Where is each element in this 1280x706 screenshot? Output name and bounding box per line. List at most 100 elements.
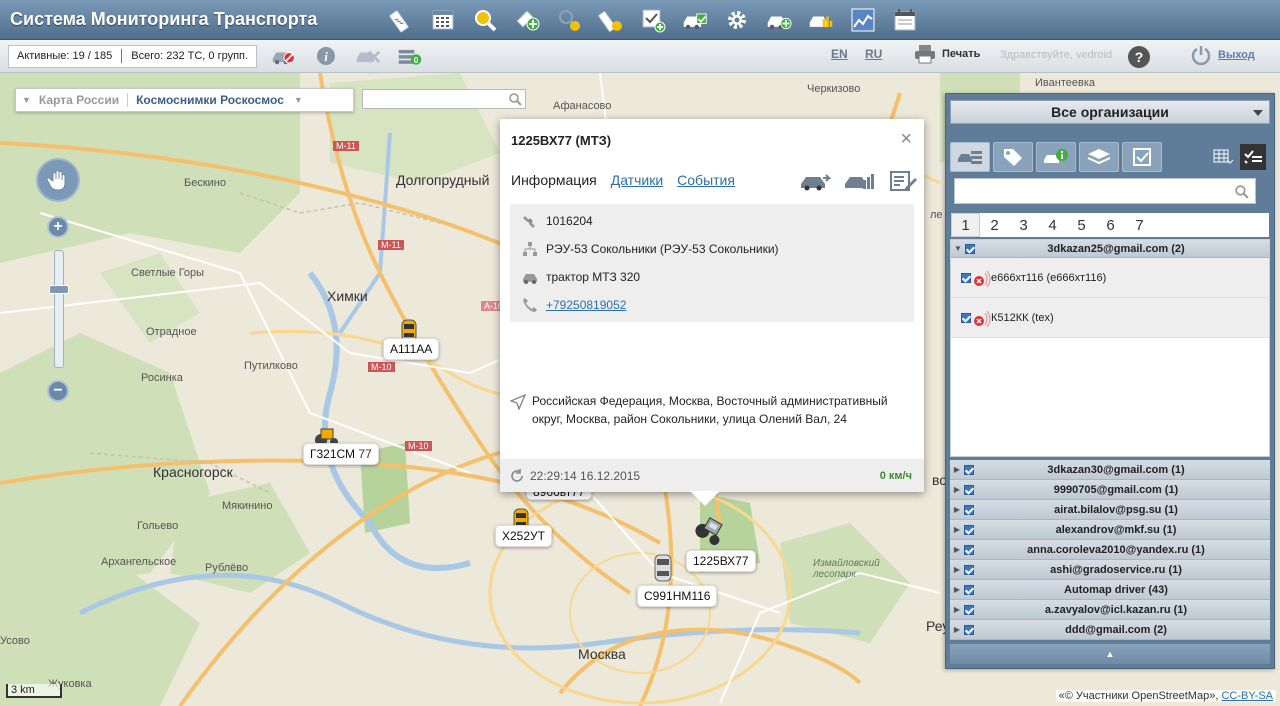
vehicle-stats-icon[interactable]: [806, 5, 836, 35]
vehicle-label[interactable]: 1225ВХ77: [686, 550, 756, 572]
group-row[interactable]: ▶ ashi@gradoservice.ru (1): [950, 560, 1270, 580]
vehicle-label[interactable]: Г321СМ 77: [303, 443, 379, 465]
ruler-icon[interactable]: [386, 5, 416, 35]
caret-right-icon[interactable]: ▶: [950, 605, 964, 614]
edit-note-icon[interactable]: [887, 170, 919, 192]
caret-down-icon[interactable]: ▼: [284, 95, 303, 105]
layers-tab[interactable]: [1079, 142, 1119, 172]
tags-tab[interactable]: [993, 142, 1033, 172]
caret-right-icon[interactable]: ▶: [950, 465, 964, 474]
calculator-icon[interactable]: [428, 5, 458, 35]
vehicle-list-item[interactable]: е666хт116 (е666хт116): [951, 258, 1269, 298]
license-link[interactable]: CC-BY-SA: [1221, 690, 1273, 702]
vehicle-info-tab[interactable]: [1036, 142, 1076, 172]
vehicle-tractor-selected-icon[interactable]: [694, 514, 728, 546]
settings-gear-icon[interactable]: [722, 5, 752, 35]
search-disabled-icon[interactable]: [554, 5, 584, 35]
zoom-in-button[interactable]: +: [47, 216, 69, 238]
group-checkbox[interactable]: [964, 544, 974, 555]
vehicle-plate: Г321СМ: [310, 447, 356, 461]
car-track-icon[interactable]: [799, 170, 831, 192]
page-7[interactable]: 7: [1125, 217, 1154, 234]
vehicle-car-icon[interactable]: [651, 553, 675, 583]
vehicle-list-item[interactable]: К512КК (tex): [951, 298, 1269, 338]
group-row[interactable]: ▶ 9990705@gmail.com (1): [950, 480, 1270, 500]
map-type-satellite[interactable]: Космоснимки Роскосмос: [127, 93, 284, 107]
group-checkbox[interactable]: [964, 624, 974, 635]
map-scale: 3 km: [6, 684, 62, 698]
chart-icon[interactable]: [848, 5, 878, 35]
panel-search-input[interactable]: [954, 178, 1256, 204]
caret-right-icon[interactable]: ▶: [950, 485, 964, 494]
group-checkbox[interactable]: [964, 484, 974, 495]
vehicle-label[interactable]: С991НМ116: [637, 585, 718, 607]
car-check-icon[interactable]: [680, 5, 710, 35]
print-button[interactable]: Печать: [914, 44, 980, 64]
organization-select[interactable]: Все организации: [950, 100, 1270, 124]
group-checkbox[interactable]: [964, 564, 974, 575]
group-row-expanded[interactable]: ▼ 3dkazan25@gmail.com (2): [951, 240, 1269, 258]
info-icon[interactable]: i: [311, 43, 341, 69]
group-checkbox[interactable]: [964, 504, 974, 515]
help-button[interactable]: ?: [1128, 46, 1150, 68]
map-search-input[interactable]: [362, 89, 526, 109]
page-5[interactable]: 5: [1067, 217, 1096, 234]
vehicle-label[interactable]: Х252УТ: [495, 525, 552, 547]
tasks-tab[interactable]: [1122, 142, 1162, 172]
vehicle-checkbox[interactable]: [961, 272, 971, 283]
lang-ru-link[interactable]: RU: [865, 47, 882, 61]
checklist-add-icon[interactable]: [638, 5, 668, 35]
caret-right-icon[interactable]: ▶: [950, 585, 964, 594]
page-3[interactable]: 3: [1009, 217, 1038, 234]
tab-events[interactable]: События: [677, 172, 735, 188]
caret-right-icon[interactable]: ▶: [950, 545, 964, 554]
group-row[interactable]: ▶ Automap driver (43): [950, 580, 1270, 600]
add-vehicle-icon[interactable]: [764, 5, 794, 35]
zoom-slider-handle[interactable]: [49, 285, 69, 294]
tab-sensors[interactable]: Датчики: [611, 172, 663, 188]
page-6[interactable]: 6: [1096, 217, 1125, 234]
lang-en-link[interactable]: EN: [831, 47, 848, 61]
group-row[interactable]: ▶ 3dkazan30@gmail.com (1): [950, 460, 1270, 480]
page-2[interactable]: 2: [980, 217, 1009, 234]
group-row[interactable]: ▶ anna.coroleva2010@yandex.ru (1): [950, 540, 1270, 560]
group-row[interactable]: ▶ alexandrov@mkf.su (1): [950, 520, 1270, 540]
tab-info[interactable]: Информация: [511, 172, 597, 188]
vehicle-phone-link[interactable]: +79250819052: [546, 298, 626, 312]
caret-right-icon[interactable]: ▶: [950, 525, 964, 534]
track-tool-icon[interactable]: [596, 5, 626, 35]
caret-right-icon[interactable]: ▶: [950, 505, 964, 514]
caret-right-icon[interactable]: ▶: [950, 565, 964, 574]
map-type-russia[interactable]: Карта России: [31, 93, 119, 107]
search-zones-icon[interactable]: [470, 5, 500, 35]
select-all-icon[interactable]: [1240, 144, 1266, 170]
add-geozone-icon[interactable]: [512, 5, 542, 35]
vehicles-list-tab[interactable]: [950, 142, 990, 172]
group-checkbox[interactable]: [964, 464, 974, 475]
logout-button[interactable]: Выход: [1190, 44, 1255, 66]
caret-down-icon[interactable]: ▼: [951, 244, 965, 253]
zoom-out-button[interactable]: −: [47, 380, 69, 402]
page-1[interactable]: 1: [951, 213, 980, 237]
zoom-slider-track[interactable]: [54, 250, 64, 368]
pan-control[interactable]: [36, 158, 80, 202]
panel-collapse-button[interactable]: ▲: [950, 644, 1270, 664]
group-checkbox[interactable]: [965, 243, 975, 254]
caret-right-icon[interactable]: ▶: [950, 625, 964, 634]
groups-counter-icon[interactable]: 0: [395, 43, 425, 69]
group-checkbox[interactable]: [964, 584, 974, 595]
group-row[interactable]: ▶ airat.bilalov@psg.su (1): [950, 500, 1270, 520]
list-view-icon[interactable]: [1210, 144, 1236, 170]
group-checkbox[interactable]: [964, 524, 974, 535]
calendar-icon[interactable]: [890, 5, 920, 35]
vehicle-label[interactable]: А111АА: [383, 338, 440, 360]
page-4[interactable]: 4: [1038, 217, 1067, 234]
car-blocked-icon[interactable]: [269, 43, 299, 69]
vehicle-checkbox[interactable]: [961, 312, 971, 323]
group-checkbox[interactable]: [964, 604, 974, 615]
car-report-icon[interactable]: [843, 170, 875, 192]
car-hidden-icon[interactable]: [353, 43, 383, 69]
group-row[interactable]: ▶ a.zavyalov@icl.kazan.ru (1): [950, 600, 1270, 620]
popup-close-button[interactable]: ×: [900, 128, 912, 151]
group-row[interactable]: ▶ ddd@gmail.com (2): [950, 620, 1270, 640]
